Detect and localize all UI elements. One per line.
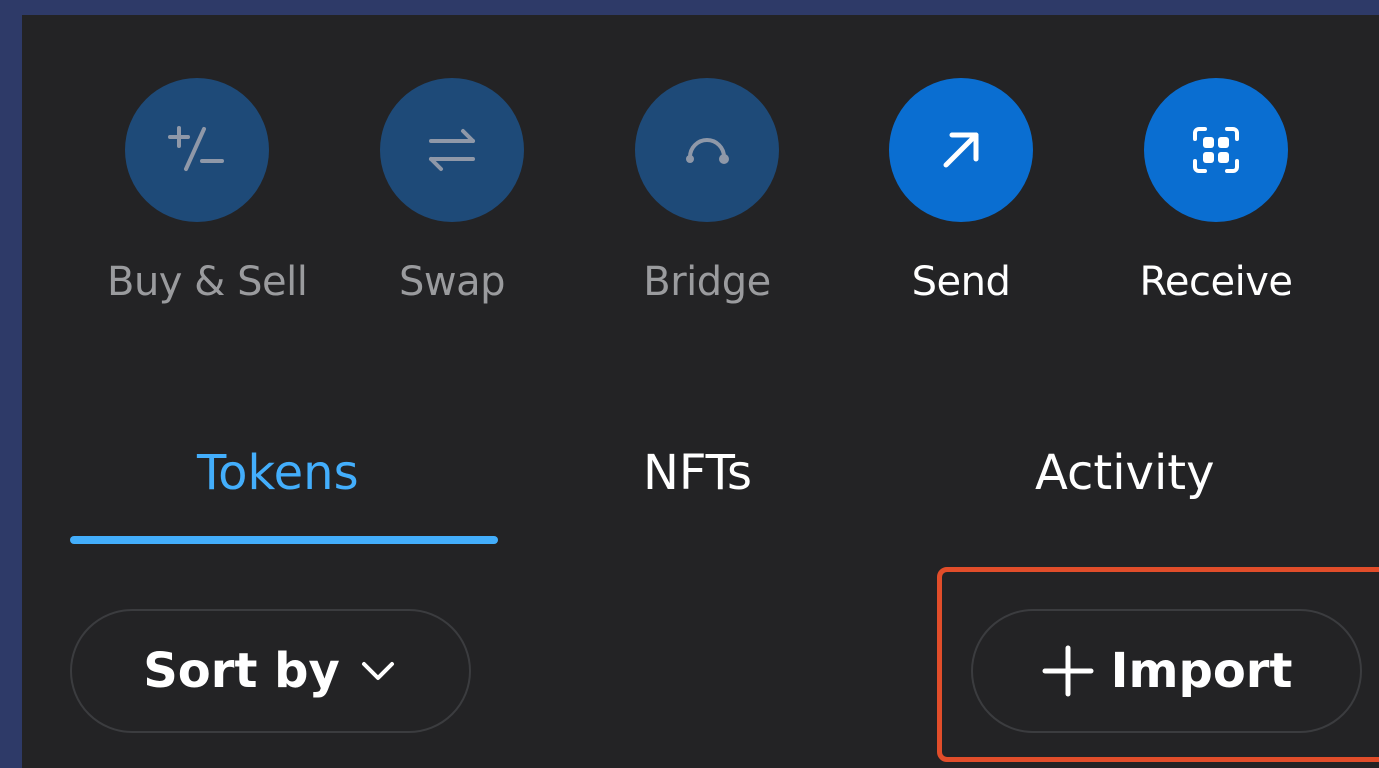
plus-minus-icon — [168, 126, 224, 171]
qr-code-icon — [1193, 127, 1239, 173]
tab-tokens[interactable]: Tokens — [197, 443, 359, 503]
active-tab-indicator — [70, 536, 498, 544]
receive-label: Receive — [1139, 259, 1293, 305]
tab-nfts[interactable]: NFTs — [643, 443, 752, 503]
send-button[interactable] — [889, 78, 1033, 222]
chevron-down-icon — [361, 662, 394, 680]
buy-sell-label: Buy & Sell — [107, 259, 308, 305]
tab-activity[interactable]: Activity — [1035, 443, 1215, 503]
swap-action[interactable]: Swap — [362, 78, 542, 306]
receive-button[interactable] — [1144, 78, 1288, 222]
swap-button[interactable] — [380, 78, 524, 222]
buy-sell-action[interactable]: Buy & Sell — [107, 78, 308, 306]
bridge-button[interactable] — [635, 78, 779, 222]
swap-arrows-icon — [429, 129, 475, 171]
bridge-action[interactable]: Bridge — [617, 78, 797, 306]
sort-by-label: Sort by — [143, 643, 340, 699]
swap-label: Swap — [398, 259, 506, 305]
arrow-up-right-icon — [943, 132, 979, 168]
bridge-label: Bridge — [643, 259, 771, 305]
send-action[interactable]: Send — [871, 78, 1051, 306]
import-highlight-box — [937, 567, 1379, 762]
send-label: Send — [911, 259, 1011, 305]
sort-by-button[interactable]: Sort by — [70, 609, 471, 733]
buy-sell-button[interactable] — [125, 78, 269, 222]
bridge-icon — [686, 138, 729, 164]
receive-action[interactable]: Receive — [1126, 78, 1306, 306]
